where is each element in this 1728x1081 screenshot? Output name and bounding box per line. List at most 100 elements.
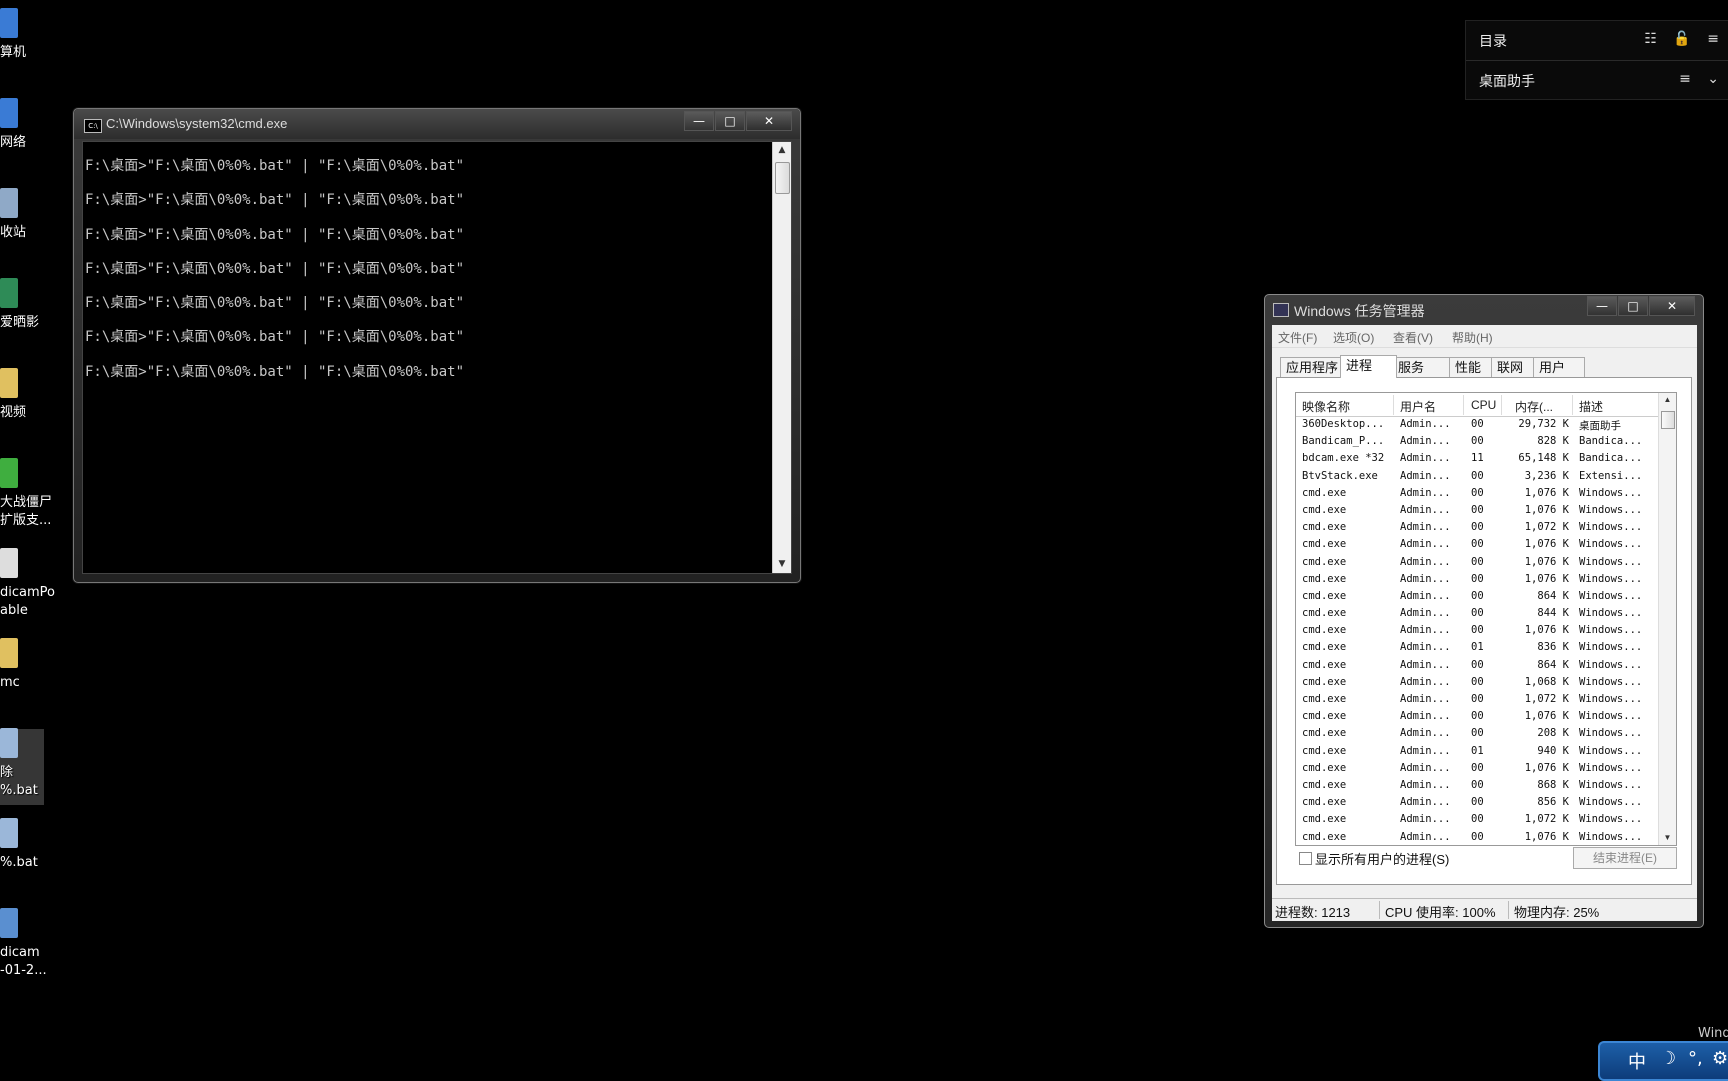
table-row[interactable]: cmd.exe Admin... 00 1,076 K Windows... — [1296, 760, 1658, 777]
column-description[interactable]: 描述 — [1579, 398, 1603, 415]
table-row[interactable]: 360Desktop... Admin... 00 29,732 K 桌面助手 — [1296, 416, 1658, 433]
task-manager-window[interactable]: Windows 任务管理器 — □ ✕ 文件(F) 选项(O) 查看(V) 帮助… — [1264, 294, 1704, 928]
table-cell: Admin... — [1400, 418, 1451, 430]
table-row[interactable]: cmd.exe Admin... 00 864 K Windows... — [1296, 657, 1658, 674]
table-row[interactable]: cmd.exe Admin... 00 856 K Windows... — [1296, 794, 1658, 811]
punctuation-icon[interactable]: °, — [1688, 1048, 1703, 1069]
table-row[interactable]: cmd.exe Admin... 00 1,076 K Windows... — [1296, 571, 1658, 588]
table-row[interactable]: cmd.exe Admin... 00 1,068 K Windows... — [1296, 674, 1658, 691]
table-cell: cmd.exe — [1302, 830, 1347, 843]
table-row[interactable]: cmd.exe Admin... 00 1,076 K Windows... — [1296, 536, 1658, 553]
column-user-name[interactable]: 用户名 — [1400, 398, 1436, 415]
close-button[interactable]: ✕ — [746, 111, 792, 131]
table-cell: 00 — [1471, 435, 1484, 448]
cmd-window[interactable]: C:\ C:\Windows\system32\cmd.exe — □ ✕ F:… — [73, 108, 801, 583]
column-cpu[interactable]: CPU — [1471, 398, 1496, 412]
tab-users[interactable]: 用户 — [1533, 357, 1585, 377]
table-row[interactable]: cmd.exe Admin... 00 1,076 K Windows... — [1296, 554, 1658, 571]
cmd-console[interactable]: F:\桌面>"F:\桌面\0%0%.bat" | "F:\桌面\0%0%.bat… — [82, 141, 792, 574]
cmd-titlebar[interactable]: C:\ C:\Windows\system32\cmd.exe — □ ✕ — [74, 109, 800, 139]
maximize-button[interactable]: □ — [1618, 296, 1648, 316]
checkbox-icon[interactable] — [1299, 852, 1312, 865]
menu-view[interactable]: 查看(V) — [1393, 329, 1433, 346]
table-row[interactable]: cmd.exe Admin... 00 868 K Windows... — [1296, 777, 1658, 794]
desktop-icon-label: able — [0, 603, 28, 618]
folder-icon — [0, 368, 18, 398]
settings-icon[interactable]: ⚙ — [1712, 1048, 1728, 1069]
maximize-button[interactable]: □ — [715, 111, 745, 131]
table-cell: 1,076 K — [1524, 555, 1569, 568]
table-row[interactable]: cmd.exe Admin... 01 836 K Windows... — [1296, 639, 1658, 656]
table-row[interactable]: bdcam.exe *32 Admin... 11 65,148 K Bandica..… — [1296, 450, 1658, 467]
table-row[interactable]: cmd.exe Admin... 00 1,076 K Windows... — [1296, 829, 1658, 846]
menu-file[interactable]: 文件(F) — [1278, 329, 1317, 346]
column-image-name[interactable]: 映像名称 — [1302, 398, 1350, 415]
table-row[interactable]: cmd.exe Admin... 00 1,072 K Windows... — [1296, 691, 1658, 708]
moon-icon[interactable]: ☽ — [1660, 1048, 1676, 1069]
table-cell: Windows... — [1579, 555, 1643, 568]
scroll-down-arrow-icon[interactable]: ▼ — [773, 556, 791, 573]
scroll-up-arrow-icon[interactable]: ▲ — [1659, 393, 1676, 407]
scroll-thumb[interactable] — [775, 162, 790, 194]
table-row[interactable]: cmd.exe Admin... 00 208 K Windows... — [1296, 725, 1658, 742]
close-button[interactable]: ✕ — [1649, 296, 1695, 316]
language-bar[interactable]: 中 ☽ °, ⚙ — [1598, 1041, 1728, 1081]
table-row[interactable]: cmd.exe Admin... 00 1,076 K Windows... — [1296, 502, 1658, 519]
side-panel: 目录 ☷ 🔓 ≡ 桌面助手 ≡ ⌄ — [1465, 20, 1728, 100]
table-cell: Windows... — [1579, 538, 1643, 551]
table-row[interactable]: cmd.exe Admin... 00 1,076 K Windows... — [1296, 622, 1658, 639]
scroll-up-arrow-icon[interactable]: ▲ — [773, 142, 791, 159]
menu-help[interactable]: 帮助(H) — [1452, 329, 1493, 346]
scroll-thumb[interactable] — [1661, 411, 1675, 429]
table-cell: 1,076 K — [1524, 710, 1569, 723]
table-row[interactable]: cmd.exe Admin... 00 864 K Windows... — [1296, 588, 1658, 605]
menu-options[interactable]: 选项(O) — [1333, 329, 1374, 346]
table-row[interactable]: cmd.exe Admin... 01 940 K Windows... — [1296, 743, 1658, 760]
table-cell: Windows... — [1579, 693, 1643, 705]
table-row[interactable]: cmd.exe Admin... 00 1,072 K Windows... — [1296, 519, 1658, 536]
menu-icon[interactable]: ≡ ⌄ — [1679, 71, 1725, 87]
tab-applications[interactable]: 应用程序 — [1280, 357, 1345, 377]
side-row-icons[interactable]: ☷ 🔓 ≡ — [1644, 31, 1725, 47]
tab-networking[interactable]: 联网 — [1491, 357, 1538, 377]
table-cell: 01 — [1471, 641, 1484, 654]
table-row[interactable]: cmd.exe Admin... 00 1,072 K Windows... — [1296, 811, 1658, 828]
table-row[interactable]: BtvStack.exe Admin... 00 3,236 K Extensi... — [1296, 468, 1658, 485]
show-all-users-checkbox[interactable]: 显示所有用户的进程(S) — [1299, 849, 1449, 868]
column-memory[interactable]: 内存(... — [1515, 398, 1553, 415]
task-manager-title: Windows 任务管理器 — [1294, 303, 1425, 319]
table-cell: 1,076 K — [1524, 830, 1569, 843]
process-list[interactable]: 映像名称 用户名 CPU 内存(... 描述 360Desktop... Admi… — [1295, 392, 1677, 846]
process-list-scrollbar[interactable]: ▲ ▼ — [1658, 393, 1676, 845]
tab-performance[interactable]: 性能 — [1449, 357, 1496, 377]
game-icon — [0, 458, 18, 488]
table-cell: BtvStack.exe — [1302, 469, 1378, 482]
side-row-directory[interactable]: 目录 ☷ 🔓 ≡ — [1466, 21, 1728, 59]
task-manager-titlebar[interactable]: Windows 任务管理器 — □ ✕ — [1265, 295, 1703, 321]
side-row-desktop-assistant[interactable]: 桌面助手 ≡ ⌄ — [1466, 61, 1728, 99]
processes-panel: 映像名称 用户名 CPU 内存(... 描述 360Desktop... Admi… — [1276, 377, 1692, 885]
end-process-button[interactable]: 结束进程(E) — [1573, 847, 1677, 869]
cmd-scrollbar[interactable]: ▲ ▼ — [772, 142, 791, 573]
minimize-button[interactable]: — — [1587, 296, 1617, 316]
table-cell: cmd.exe — [1302, 727, 1347, 740]
table-row[interactable]: cmd.exe Admin... 00 844 K Windows... — [1296, 605, 1658, 622]
table-row[interactable]: cmd.exe Admin... 00 1,076 K Windows... — [1296, 485, 1658, 502]
table-cell: Admin... — [1400, 744, 1451, 757]
table-cell: Windows... — [1579, 521, 1643, 534]
table-cell: cmd.exe — [1302, 796, 1347, 809]
table-cell: Admin... — [1400, 641, 1451, 654]
scroll-down-arrow-icon[interactable]: ▼ — [1659, 831, 1676, 845]
table-cell: 00 — [1471, 830, 1484, 843]
table-row[interactable]: cmd.exe Admin... 00 1,076 K Windows... — [1296, 708, 1658, 725]
table-row[interactable]: Bandicam_P... Admin... 00 828 K Bandica... — [1296, 433, 1658, 450]
table-cell: 864 K — [1537, 658, 1569, 671]
cmd-title-text: C:\Windows\system32\cmd.exe — [106, 116, 288, 131]
tab-services[interactable]: 服务 — [1392, 357, 1454, 377]
minimize-button[interactable]: — — [684, 111, 714, 131]
status-physical-memory: 物理内存: 25% — [1514, 905, 1600, 920]
table-cell: 360Desktop... — [1302, 418, 1385, 430]
chinese-input-icon[interactable]: 中 — [1628, 1048, 1646, 1074]
tab-processes[interactable]: 进程 — [1340, 355, 1397, 378]
table-cell: Admin... — [1400, 624, 1451, 637]
